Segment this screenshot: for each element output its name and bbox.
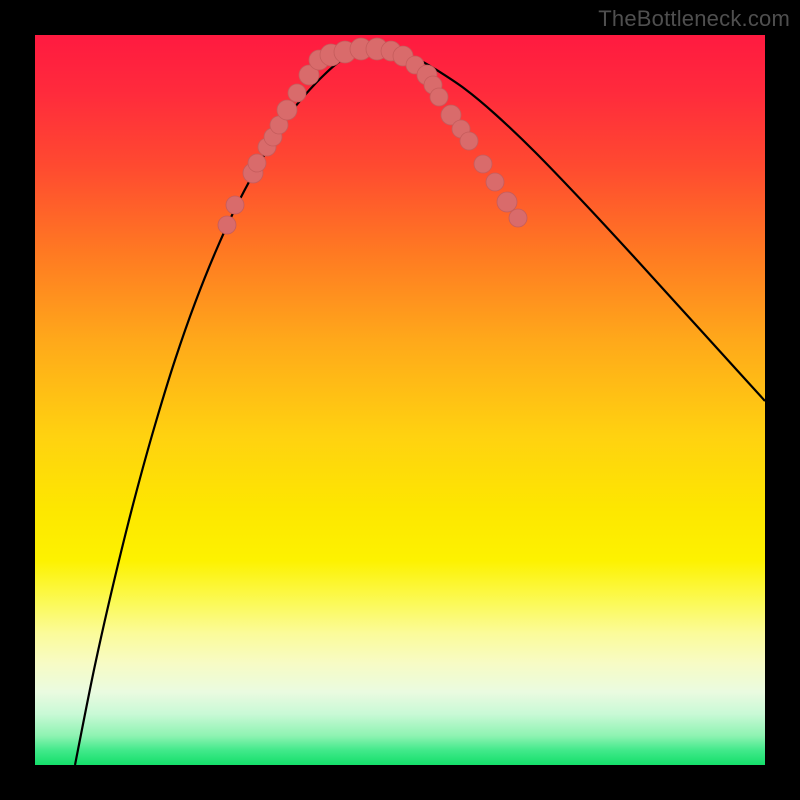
- chart-frame: TheBottleneck.com: [0, 0, 800, 800]
- chart-svg: [35, 35, 765, 765]
- data-marker: [288, 84, 306, 102]
- plot-area: [35, 35, 765, 765]
- data-markers: [218, 38, 527, 234]
- data-marker: [277, 100, 297, 120]
- bottleneck-curve: [75, 49, 765, 765]
- data-marker: [509, 209, 527, 227]
- data-marker: [218, 216, 236, 234]
- data-marker: [486, 173, 504, 191]
- data-marker: [460, 132, 478, 150]
- data-marker: [226, 196, 244, 214]
- data-marker: [248, 154, 266, 172]
- data-marker: [430, 88, 448, 106]
- watermark-text: TheBottleneck.com: [598, 6, 790, 32]
- data-marker: [474, 155, 492, 173]
- data-marker: [497, 192, 517, 212]
